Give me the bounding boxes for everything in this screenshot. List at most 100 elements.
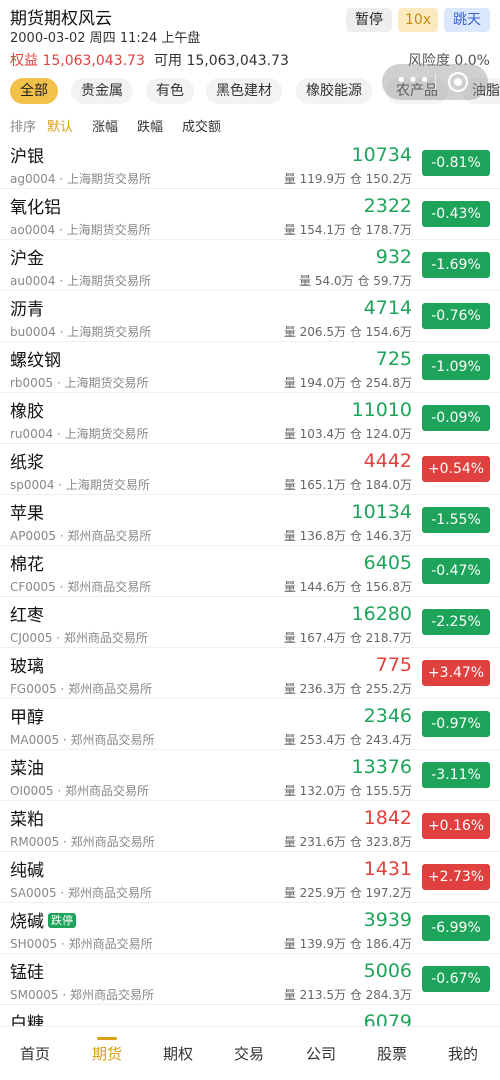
change-percent-badge[interactable]: -0.81%	[422, 150, 490, 176]
table-row[interactable]: 螺纹钢 rb0005 · 上海期货交易所 725 量 194.0万 仓 254.8万 -…	[0, 342, 500, 393]
tab-rubber-energy[interactable]: 橡胶能源	[296, 78, 372, 104]
contract-name: 纯碱	[10, 856, 44, 881]
contract-name: 甲醇	[10, 703, 44, 728]
contract-name-text: 红枣	[10, 606, 44, 626]
sort-bar: 排序 默认 涨幅 跌幅 成交额	[0, 112, 500, 136]
pause-button[interactable]: 暂停	[346, 8, 392, 32]
contract-code: AP0005 · 郑州商品交易所	[10, 529, 152, 543]
miniprogram-capsule: •••	[382, 64, 488, 100]
contract-name: 菜粕	[10, 805, 44, 830]
table-row[interactable]: 氧化铝 ao0004 · 上海期货交易所 2322 量 154.1万 仓 178.7万…	[0, 189, 500, 240]
last-price: 11010	[351, 399, 412, 421]
table-row[interactable]: 沪银 ag0004 · 上海期货交易所 10734 量 119.9万 仓 150.2万…	[0, 138, 500, 189]
contract-name: 烧碱 跌停	[10, 907, 76, 932]
last-price: 6079	[363, 1011, 412, 1026]
table-row[interactable]: 甲醇 MA0005 · 郑州商品交易所 2346 量 253.4万 仓 243.4万 -…	[0, 699, 500, 750]
table-row[interactable]: 苹果 AP0005 · 郑州商品交易所 10134 量 136.8万 仓 146.3万…	[0, 495, 500, 546]
last-price: 3939	[363, 909, 412, 931]
change-percent-badge[interactable]: +3.47%	[422, 660, 490, 686]
contract-code: SM0005 · 郑州商品交易所	[10, 988, 154, 1002]
change-percent-badge[interactable]: -0.97%	[422, 711, 490, 737]
change-percent-badge[interactable]: -6.99%	[422, 915, 490, 941]
capsule-divider	[435, 74, 436, 90]
table-row[interactable]: 锰硅 SM0005 · 郑州商品交易所 5006 量 213.5万 仓 284.3万 -…	[0, 954, 500, 1005]
nav-options[interactable]: 期权	[148, 1043, 208, 1064]
sort-loss[interactable]: 跌幅	[137, 116, 163, 135]
nav-me[interactable]: 我的	[433, 1043, 493, 1064]
speed-button[interactable]: 10x	[398, 8, 438, 32]
tab-ferrous-building[interactable]: 黑色建材	[206, 78, 282, 104]
contract-name-text: 纸浆	[10, 453, 44, 473]
last-price: 13376	[351, 756, 412, 778]
contract-code: RM0005 · 郑州商品交易所	[10, 835, 155, 849]
table-row[interactable]: 菜粕 RM0005 · 郑州商品交易所 1842 量 231.6万 仓 323.8万 +…	[0, 801, 500, 852]
table-row[interactable]: 纯碱 SA0005 · 郑州商品交易所 1431 量 225.9万 仓 197.2万 +…	[0, 852, 500, 903]
close-target-icon[interactable]	[448, 72, 468, 92]
more-icon[interactable]: •••	[396, 72, 431, 90]
contract-name: 沪金	[10, 244, 44, 269]
nav-stocks[interactable]: 股票	[362, 1043, 422, 1064]
contract-name-text: 玻璃	[10, 657, 44, 677]
change-percent-badge[interactable]: -1.09%	[422, 354, 490, 380]
table-row[interactable]: 烧碱 跌停 SH0005 · 郑州商品交易所 3939 量 139.9万 仓 186.4…	[0, 903, 500, 954]
nav-trade[interactable]: 交易	[219, 1043, 279, 1064]
contract-name-text: 沥青	[10, 300, 44, 320]
table-row[interactable]: 纸浆 sp0004 · 上海期货交易所 4442 量 165.1万 仓 184.0万 +…	[0, 444, 500, 495]
table-row[interactable]: 红枣 CJ0005 · 郑州商品交易所 16280 量 167.4万 仓 218.7万…	[0, 597, 500, 648]
header: 期货期权风云 2000-03-02 周四 11:24 上午盘 暂停 10x 跳天…	[0, 0, 500, 72]
last-price: 4714	[363, 297, 412, 319]
tab-precious-metals[interactable]: 贵金属	[71, 78, 133, 104]
change-percent-badge[interactable]: -0.09%	[422, 405, 490, 431]
table-row[interactable]: 白糖 6079	[0, 1005, 500, 1026]
sort-default[interactable]: 默认	[47, 116, 73, 135]
change-percent-badge[interactable]: -3.11%	[422, 762, 490, 788]
contract-code: OI0005 · 郑州商品交易所	[10, 784, 149, 798]
change-percent-badge[interactable]: -1.69%	[422, 252, 490, 278]
table-row[interactable]: 玻璃 FG0005 · 郑州商品交易所 775 量 236.3万 仓 255.2万 +3…	[0, 648, 500, 699]
nav-active-indicator	[97, 1037, 117, 1040]
volume-open-interest: 量 103.4万 仓 124.0万	[283, 427, 412, 441]
last-price: 16280	[351, 603, 412, 625]
contract-list[interactable]: 沪银 ag0004 · 上海期货交易所 10734 量 119.9万 仓 150.2万…	[0, 138, 500, 1026]
contract-code: ag0004 · 上海期货交易所	[10, 172, 151, 186]
contract-name-text: 苹果	[10, 504, 44, 524]
table-row[interactable]: 沪金 au0004 · 上海期货交易所 932 量 54.0万 仓 59.7万 -1.6…	[0, 240, 500, 291]
change-percent-badge[interactable]: +0.54%	[422, 456, 490, 482]
skip-day-button[interactable]: 跳天	[444, 8, 490, 32]
last-price: 10734	[351, 144, 412, 166]
available-funds: 可用 15,063,043.73	[154, 53, 289, 69]
equity-value: 权益 15,063,043.73	[10, 53, 145, 69]
contract-code: ao0004 · 上海期货交易所	[10, 223, 151, 237]
table-row[interactable]: 菜油 OI0005 · 郑州商品交易所 13376 量 132.0万 仓 155.5万…	[0, 750, 500, 801]
change-percent-badge[interactable]: +2.73%	[422, 864, 490, 890]
contract-name-text: 白糖	[10, 1014, 44, 1026]
change-percent-badge[interactable]: -2.25%	[422, 609, 490, 635]
last-price: 5006	[363, 960, 412, 982]
change-percent-badge[interactable]: -0.43%	[422, 201, 490, 227]
change-percent-badge[interactable]: -0.76%	[422, 303, 490, 329]
contract-code: rb0005 · 上海期货交易所	[10, 376, 149, 390]
tab-nonferrous[interactable]: 有色	[146, 78, 194, 104]
nav-futures[interactable]: 期货	[77, 1043, 137, 1064]
nav-home[interactable]: 首页	[5, 1043, 65, 1064]
volume-open-interest: 量 119.9万 仓 150.2万	[283, 172, 412, 186]
volume-open-interest: 量 253.4万 仓 243.4万	[283, 733, 412, 747]
last-price: 1842	[363, 807, 412, 829]
table-row[interactable]: 棉花 CF0005 · 郑州商品交易所 6405 量 144.6万 仓 156.8万 -…	[0, 546, 500, 597]
volume-open-interest: 量 194.0万 仓 254.8万	[283, 376, 412, 390]
contract-name-text: 锰硅	[10, 963, 44, 983]
change-percent-badge[interactable]: -0.47%	[422, 558, 490, 584]
table-row[interactable]: 沥青 bu0004 · 上海期货交易所 4714 量 206.5万 仓 154.6万 -…	[0, 291, 500, 342]
nav-company[interactable]: 公司	[291, 1043, 351, 1064]
change-percent-badge[interactable]: -0.67%	[422, 966, 490, 992]
change-percent-badge[interactable]: -1.55%	[422, 507, 490, 533]
table-row[interactable]: 橡胶 ru0004 · 上海期货交易所 11010 量 103.4万 仓 124.0万…	[0, 393, 500, 444]
last-price: 1431	[363, 858, 412, 880]
volume-open-interest: 量 154.1万 仓 178.7万	[283, 223, 412, 237]
volume-open-interest: 量 54.0万 仓 59.7万	[299, 274, 412, 288]
sort-turnover[interactable]: 成交额	[182, 116, 221, 135]
last-price: 6405	[363, 552, 412, 574]
sort-gain[interactable]: 涨幅	[92, 116, 118, 135]
change-percent-badge[interactable]: +0.16%	[422, 813, 490, 839]
tab-all[interactable]: 全部	[10, 78, 58, 104]
